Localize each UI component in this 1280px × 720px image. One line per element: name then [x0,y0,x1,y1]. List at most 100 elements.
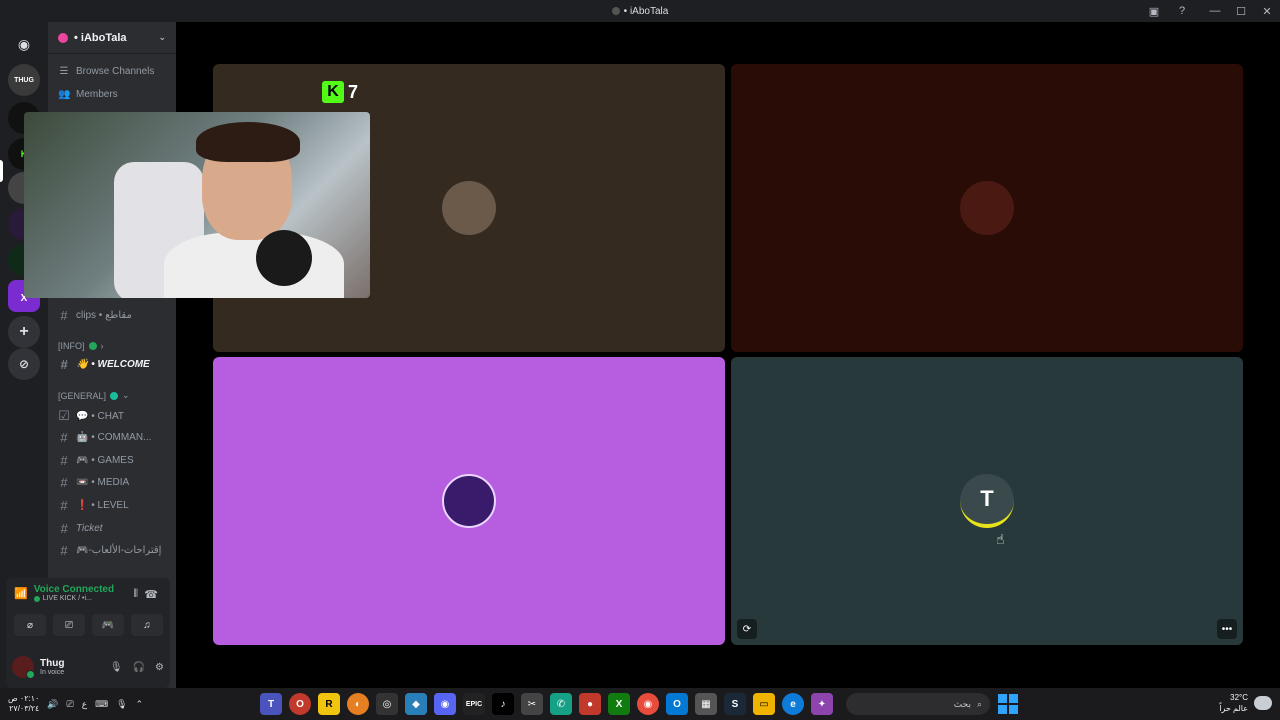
network-icon[interactable]: ⎚ [67,699,74,710]
browse-channels-item[interactable]: ☰ Browse Channels [58,66,155,77]
webcam-overlay [24,112,370,298]
channel-chat[interactable]: ☑ 💬 • CHAT [58,408,170,424]
members-icon: 👥 [58,89,71,100]
voice-status-title[interactable]: Voice Connected [34,584,114,595]
hash-icon: # [60,543,68,558]
chevron-up-icon[interactable]: ⌃ [136,699,144,710]
category-general[interactable]: [GENERAL] ⌄ [58,390,130,401]
guild-header[interactable]: • iAboTala ⌄ [48,22,176,54]
store-icon[interactable]: ▦ [695,693,717,715]
start-button[interactable] [998,694,1018,714]
clock-time: ٠٢:١٠ ص [8,694,40,703]
minimize-button[interactable]: — [1202,0,1228,22]
channel-ticket[interactable]: # Ticket [58,521,170,536]
search-placeholder: بحث [953,698,971,709]
search-box[interactable]: بحث ⌕ [846,693,990,715]
channel-label: 🤖 • COMMAN... [76,432,152,443]
xbox-icon[interactable]: X [608,693,630,715]
browser-icon[interactable]: ◐ [347,693,369,715]
channel-games[interactable]: # 🎮 • GAMES [58,453,170,468]
avatar-initial: T [980,486,994,511]
whatsapp-icon[interactable]: ✆ [550,693,572,715]
channel-label: 👋 • WELCOME [76,359,150,370]
category-info[interactable]: [INFO] › [58,341,104,351]
channel-label: 💬 • CHAT [76,410,124,422]
epic-games-icon[interactable]: EPIC [463,693,485,715]
chevron-down-icon: ⌄ [158,32,166,42]
server-thug[interactable]: THUG [8,64,40,96]
checkbox-icon: ☑ [58,408,70,423]
app-icon[interactable]: ◆ [405,693,427,715]
kick-logo-icon: K [322,81,344,103]
activity-button[interactable]: 🎮 [92,614,124,636]
disconnect-icon[interactable]: ☎ [144,588,158,601]
cursor-icon: ☝ [996,531,1005,547]
outlook-icon[interactable]: O [666,693,688,715]
microphone-icon[interactable]: 🎙 [110,662,123,673]
guild-dot-icon [611,7,620,15]
channel-label: clips • مقاطع [76,310,132,321]
copilot-icon[interactable]: ✦ [811,693,833,715]
teams-icon[interactable]: T [260,693,282,715]
headphones-icon[interactable]: 🎧 [133,662,145,673]
signal-icon: 📶 [14,587,28,600]
camera-toggle-button[interactable]: ⌀ [14,614,46,636]
members-item[interactable]: 👥 Members [58,89,118,100]
rockstar-icon[interactable]: R [318,693,340,715]
alien-icon [88,342,97,350]
volume-icon[interactable]: 🔊 [47,699,58,710]
soundboard-button[interactable]: ♫ [131,614,163,636]
weather-temp: 32°C [1230,693,1248,702]
channel-label: ❗ • LEVEL [76,500,129,511]
chevron-right-icon: › [100,341,104,351]
voice-tile-2[interactable] [731,64,1243,352]
obs-icon[interactable]: ◎ [376,693,398,715]
clock[interactable]: ٠٢:١٠ ص ٢٧/٠٣/٢٤ [8,694,39,714]
avatar[interactable] [12,656,35,679]
status-dot-icon [33,595,40,602]
voice-tile-4[interactable]: T ⟳ ••• [731,357,1243,645]
clock-date: ٢٧/٠٣/٢٤ [9,704,40,713]
tiktok-icon[interactable]: ♪ [492,693,514,715]
browse-channels-label: Browse Channels [76,66,155,77]
window-title-text: • iAboTala [623,5,669,17]
pop-out-icon[interactable]: ⟳ [737,619,757,639]
keyboard-icon[interactable]: ⌨ [95,699,108,710]
language-indicator[interactable]: ع [82,699,87,710]
voice-channel[interactable]: LIVE KICK / •i... [33,595,114,602]
capcut-icon[interactable]: ✂ [521,693,543,715]
gear-icon[interactable]: ⚙ [155,662,164,673]
close-button[interactable]: ✕ [1254,0,1280,22]
chrome-icon[interactable]: ◉ [637,693,659,715]
more-icon[interactable]: ••• [1217,619,1237,639]
add-server-icon[interactable]: + [8,316,40,348]
mic-tray-icon[interactable]: 🎙 [116,699,127,710]
file-explorer-icon[interactable]: ▭ [753,693,775,715]
avatar [442,181,496,235]
start-tile [1009,694,1018,703]
channel-commands[interactable]: # 🤖 • COMMAN... [58,430,170,445]
help-icon[interactable]: ? [1174,3,1190,19]
steam-icon[interactable]: S [724,693,746,715]
channel-game-suggestions[interactable]: # 🎮-إقتراحات-الألعاب [58,543,170,558]
weather-widget[interactable]: 32°C عالم حراً [1219,692,1272,714]
channel-welcome[interactable]: # 👋 • WELCOME [58,357,170,372]
opera-icon[interactable]: O [289,693,311,715]
edge-icon[interactable]: e [782,693,804,715]
discover-icon[interactable]: ⊘ [8,348,40,380]
maximize-button[interactable]: ☐ [1228,0,1254,22]
noise-suppression-icon[interactable]: ⫴ [133,588,138,601]
discord-icon[interactable]: ◉ [434,693,456,715]
inbox-icon[interactable]: ▣ [1146,3,1162,19]
channel-media[interactable]: # 📼 • MEDIA [58,475,170,490]
voice-tile-3[interactable] [213,357,725,645]
game-icon[interactable]: ● [579,693,601,715]
screen-share-button[interactable]: ⎚ [53,614,85,636]
members-label: Members [76,89,118,100]
weather-icon [1254,696,1272,710]
start-tile [1009,705,1018,714]
discord-home-icon[interactable]: ◉ [8,28,40,60]
channel-level[interactable]: # ❗ • LEVEL [58,498,170,513]
voice-channel-label: LIVE KICK / •i... [42,595,92,602]
channel-clips[interactable]: # clips • مقاطع [58,308,170,323]
